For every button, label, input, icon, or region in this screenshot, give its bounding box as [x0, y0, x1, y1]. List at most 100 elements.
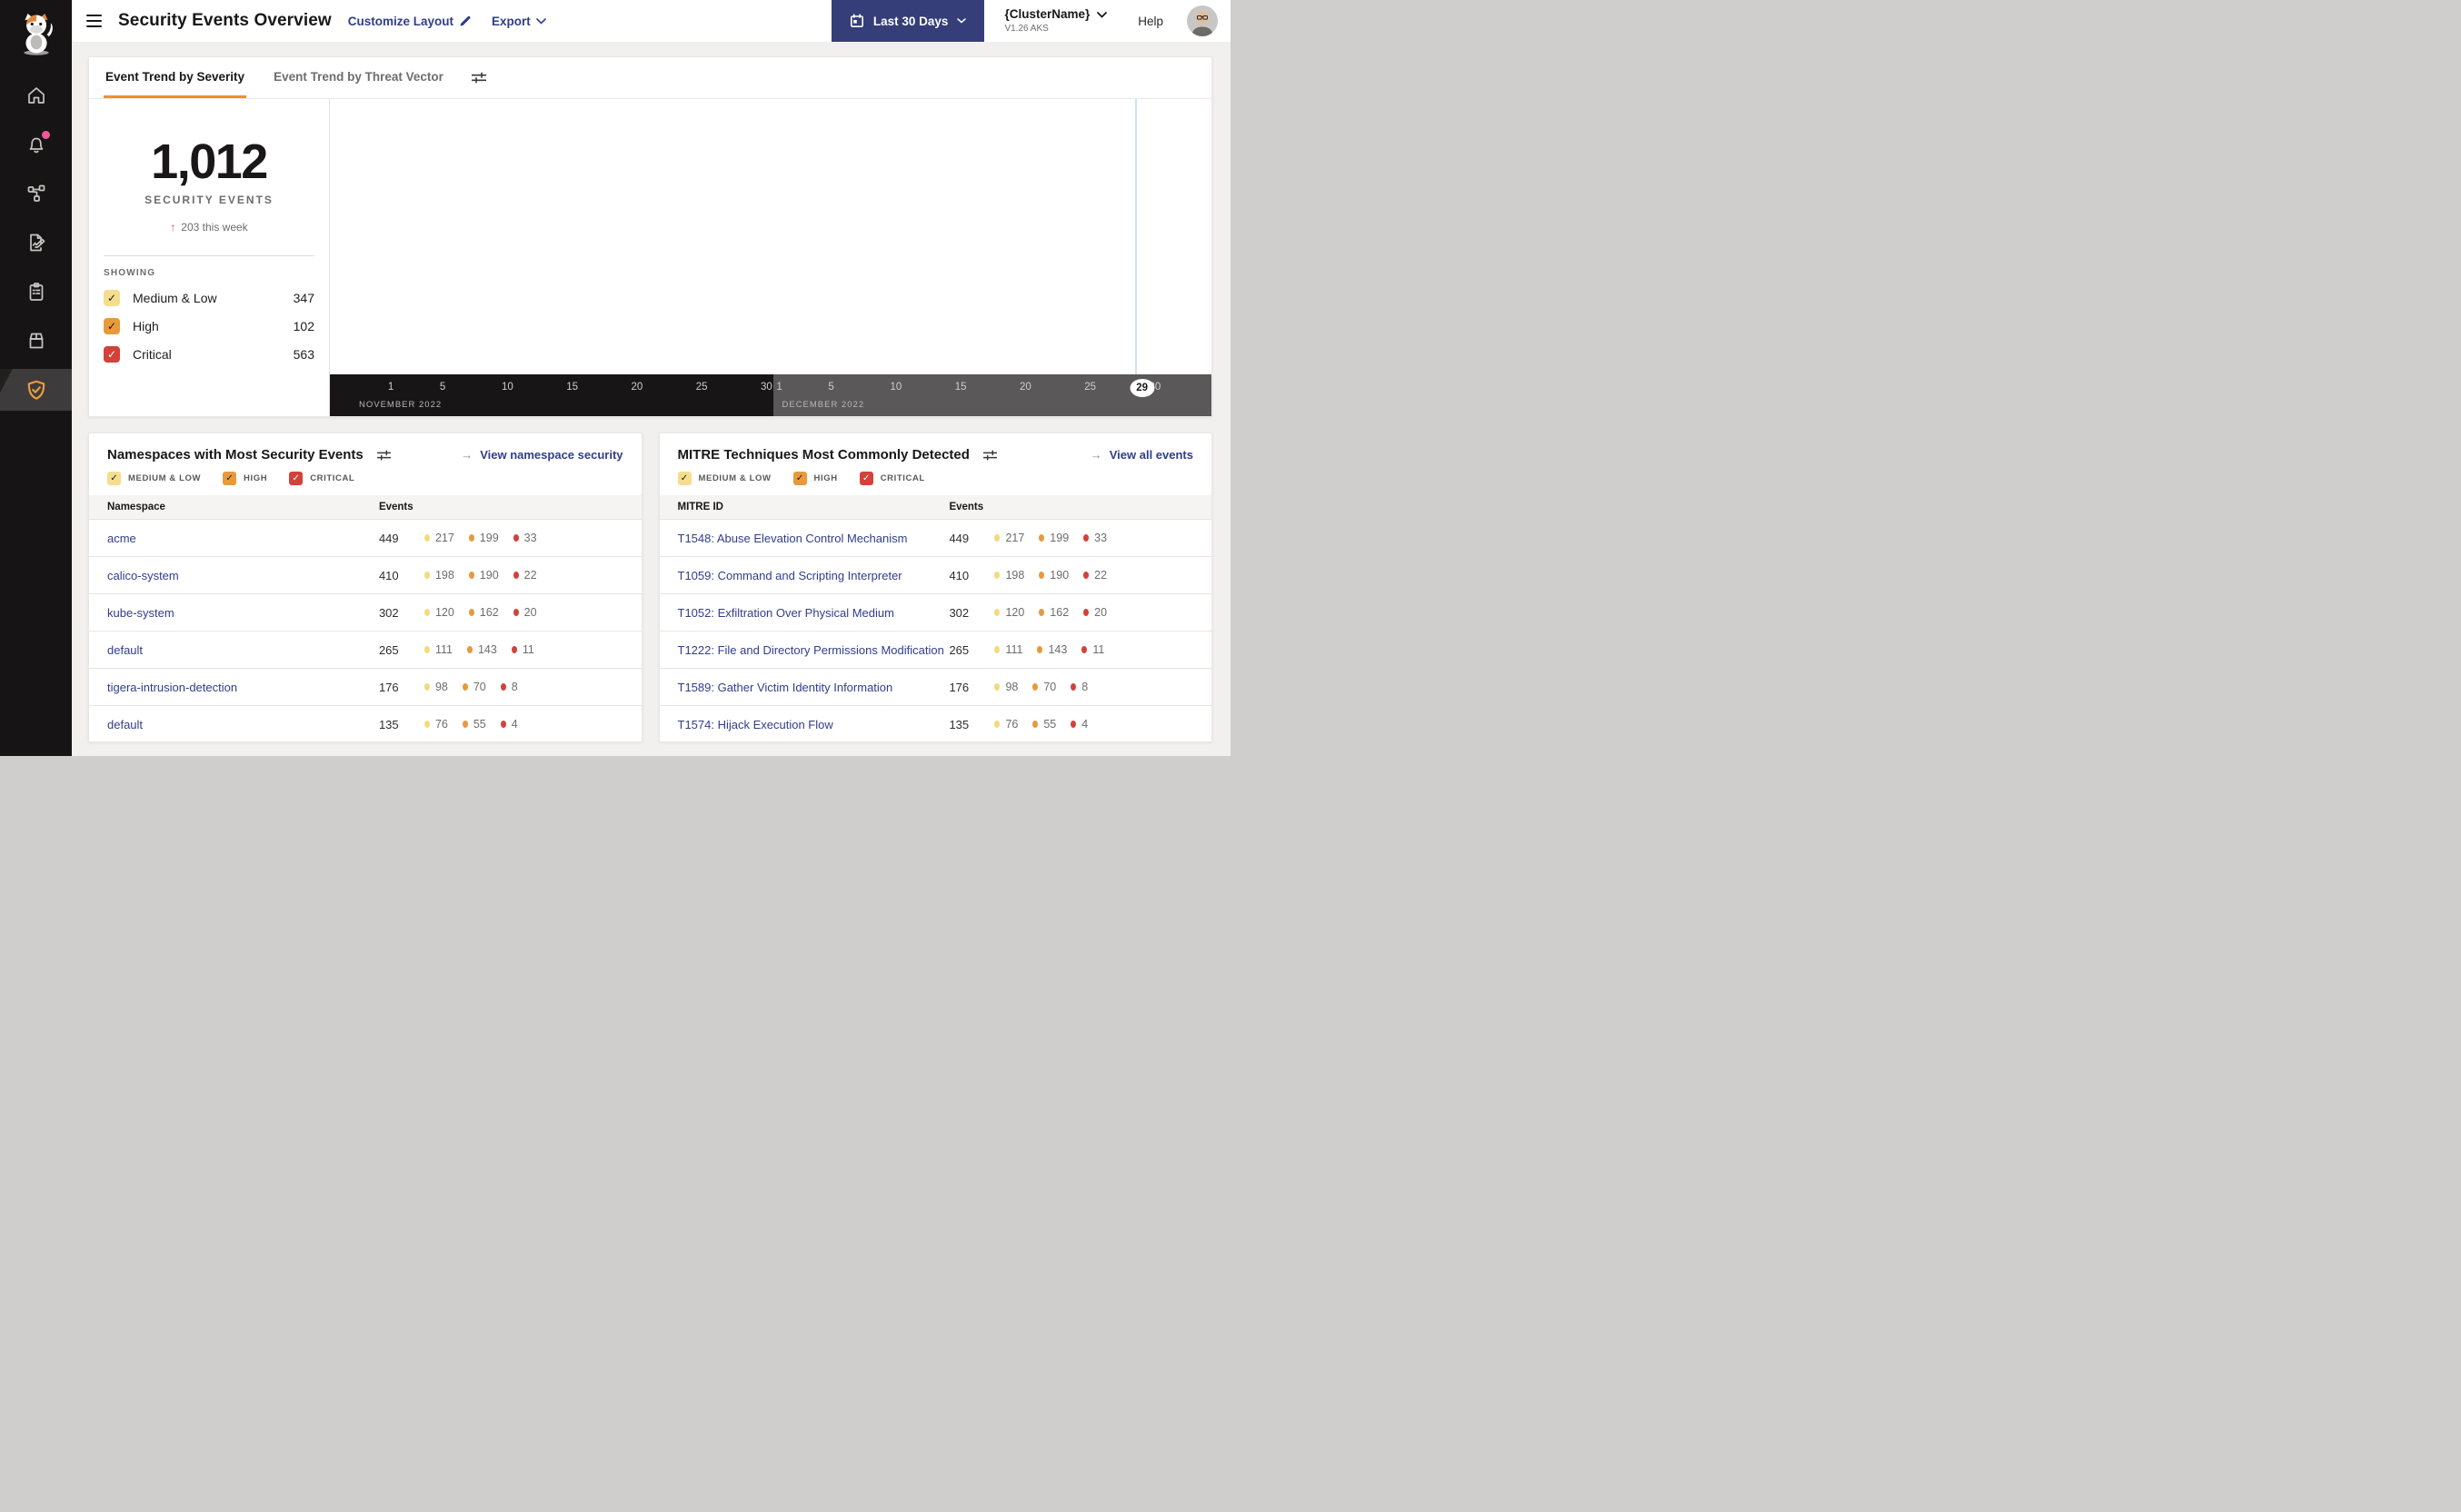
critical-dot-icon — [500, 721, 506, 728]
sidebar-item-home[interactable] — [0, 71, 72, 120]
medium-low-value: 111 — [423, 643, 453, 656]
mitre-filter-button[interactable] — [982, 449, 998, 462]
checkbox-high[interactable]: ✓ — [104, 318, 120, 334]
chip-high: ✓ HIGH — [223, 472, 267, 485]
critical-value: 4 — [1071, 718, 1088, 731]
row-link[interactable]: T1059: Command and Scripting Interpreter — [678, 569, 902, 582]
column-header-namespace: Namespace — [89, 495, 379, 520]
stacked-bar-chart: NOVEMBER 2022 DECEMBER 2022 1 5 10 15 20 25 30… — [330, 99, 1211, 416]
medium-low-dot-icon — [994, 572, 1001, 579]
events-total: 449 — [949, 531, 970, 545]
view-namespace-security-link[interactable]: → View namespace security — [461, 448, 623, 462]
high-dot-icon — [466, 646, 473, 653]
axis-tick: 10 — [501, 382, 513, 393]
row-link[interactable]: T1574: Hijack Execution Flow — [678, 718, 833, 731]
help-link[interactable]: Help — [1138, 15, 1163, 28]
export-label: Export — [492, 14, 531, 28]
checkbox-medium-low[interactable]: ✓ — [677, 472, 692, 485]
critical-value: 20 — [513, 606, 537, 619]
checkbox-critical[interactable]: ✓ — [104, 346, 120, 363]
events-total: 449 — [378, 531, 399, 545]
row-link[interactable]: T1548: Abuse Elevation Control Mechanism — [678, 532, 908, 545]
up-arrow-icon: ↑ — [170, 221, 176, 234]
critical-dot-icon — [1071, 683, 1077, 691]
row-link[interactable]: T1589: Gather Victim Identity Informatio… — [678, 681, 893, 694]
events-total: 410 — [378, 568, 399, 582]
critical-dot-icon — [513, 609, 519, 616]
sidebar-item-security-events[interactable] — [0, 369, 72, 411]
checkbox-critical[interactable]: ✓ — [859, 472, 873, 485]
row-link[interactable]: T1052: Exfiltration Over Physical Medium — [678, 606, 894, 620]
critical-dot-icon — [1083, 534, 1090, 542]
date-range-label: Last 30 Days — [872, 14, 949, 28]
events-total: 410 — [949, 568, 970, 582]
export-button[interactable]: Export — [492, 15, 546, 28]
selected-day-badge[interactable]: 29 — [1130, 379, 1155, 397]
row-link[interactable]: tigera-intrusion-detection — [107, 681, 237, 694]
sidebar-item-workloads[interactable] — [0, 316, 72, 365]
tab-event-trend-by-threat-vector[interactable]: Event Trend by Threat Vector — [272, 57, 445, 98]
column-header-events: Events — [378, 495, 642, 520]
high-value: 143 — [466, 643, 497, 656]
checkbox-medium-low[interactable]: ✓ — [104, 290, 120, 306]
sidebar-item-reports[interactable] — [0, 218, 72, 267]
row-link[interactable]: kube-system — [107, 606, 174, 620]
medium-low-dot-icon — [994, 646, 1001, 653]
trend-tabs: Event Trend by Severity Event Trend by T… — [89, 57, 1211, 99]
medium-low-dot-icon — [423, 646, 430, 653]
checkbox-critical[interactable]: ✓ — [289, 472, 304, 485]
axis-ticks: 1 5 10 15 20 25 30 1 5 10 15 20 25 30 29 — [384, 374, 1161, 416]
customize-layout-button[interactable]: Customize Layout — [348, 15, 472, 28]
clipboard-icon — [29, 283, 43, 301]
severity-filter-high: ✓ High 102 — [104, 318, 314, 334]
axis-tick: 1 — [387, 382, 394, 393]
axis-tick: 30 — [760, 382, 772, 393]
showing-label: SHOWING — [104, 268, 156, 278]
filter-sliders-icon — [982, 450, 997, 460]
events-total: 302 — [378, 605, 399, 620]
medium-low-value: 217 — [423, 532, 454, 544]
critical-count: 563 — [293, 347, 314, 362]
severity-filter-medium-low: ✓ Medium & Low 347 — [104, 290, 314, 306]
sidebar-item-service-graph[interactable] — [0, 169, 72, 218]
axis-tick: 1 — [776, 382, 782, 393]
cluster-selector[interactable]: {ClusterName} V1.26 AKS — [1004, 7, 1108, 34]
critical-value: 8 — [1071, 681, 1088, 693]
high-value: 55 — [1032, 718, 1056, 731]
high-value: 199 — [468, 532, 499, 544]
high-dot-icon — [1032, 721, 1039, 728]
view-all-events-link[interactable]: → View all events — [1091, 448, 1193, 462]
sidebar-item-compliance[interactable] — [0, 267, 72, 316]
checkbox-medium-low[interactable]: ✓ — [107, 472, 121, 485]
medium-low-value: 98 — [994, 681, 1018, 693]
axis-tick: 15 — [566, 382, 579, 393]
row-link[interactable]: acme — [107, 532, 136, 545]
trend-filter-button[interactable] — [471, 57, 487, 98]
row-link[interactable]: calico-system — [107, 569, 179, 582]
chip-medium-low: ✓ MEDIUM & LOW — [677, 472, 772, 485]
right-arrow-icon: → — [461, 448, 473, 462]
row-link[interactable]: default — [107, 643, 143, 657]
critical-value: 20 — [1083, 606, 1107, 619]
user-avatar[interactable] — [1187, 5, 1218, 36]
hamburger-menu-button[interactable] — [81, 9, 107, 34]
table-row: tigera-intrusion-detection 176 98 70 8 — [89, 668, 642, 706]
table-row: default 265 111 143 11 — [89, 631, 642, 669]
sidebar-item-alerts[interactable] — [0, 120, 72, 169]
checkbox-high[interactable]: ✓ — [792, 472, 807, 485]
event-trend-card: Event Trend by Severity Event Trend by T… — [88, 56, 1212, 417]
tab-event-trend-by-severity[interactable]: Event Trend by Severity — [104, 57, 247, 98]
pencil-icon — [460, 15, 471, 26]
critical-value: 33 — [1083, 532, 1107, 544]
medium-low-value: 111 — [994, 643, 1022, 656]
medium-low-value: 98 — [423, 681, 448, 693]
calico-cat-logo[interactable] — [0, 0, 72, 58]
row-link[interactable]: default — [107, 718, 143, 731]
row-link[interactable]: T1222: File and Directory Permissions Mo… — [678, 643, 944, 657]
date-range-button[interactable]: Last 30 Days — [831, 0, 985, 42]
checkbox-high[interactable]: ✓ — [223, 472, 237, 485]
namespaces-filter-button[interactable] — [376, 449, 392, 462]
medium-low-dot-icon — [423, 721, 430, 728]
bars-area — [384, 134, 1161, 374]
main-content: Event Trend by Severity Event Trend by T… — [72, 42, 1230, 756]
